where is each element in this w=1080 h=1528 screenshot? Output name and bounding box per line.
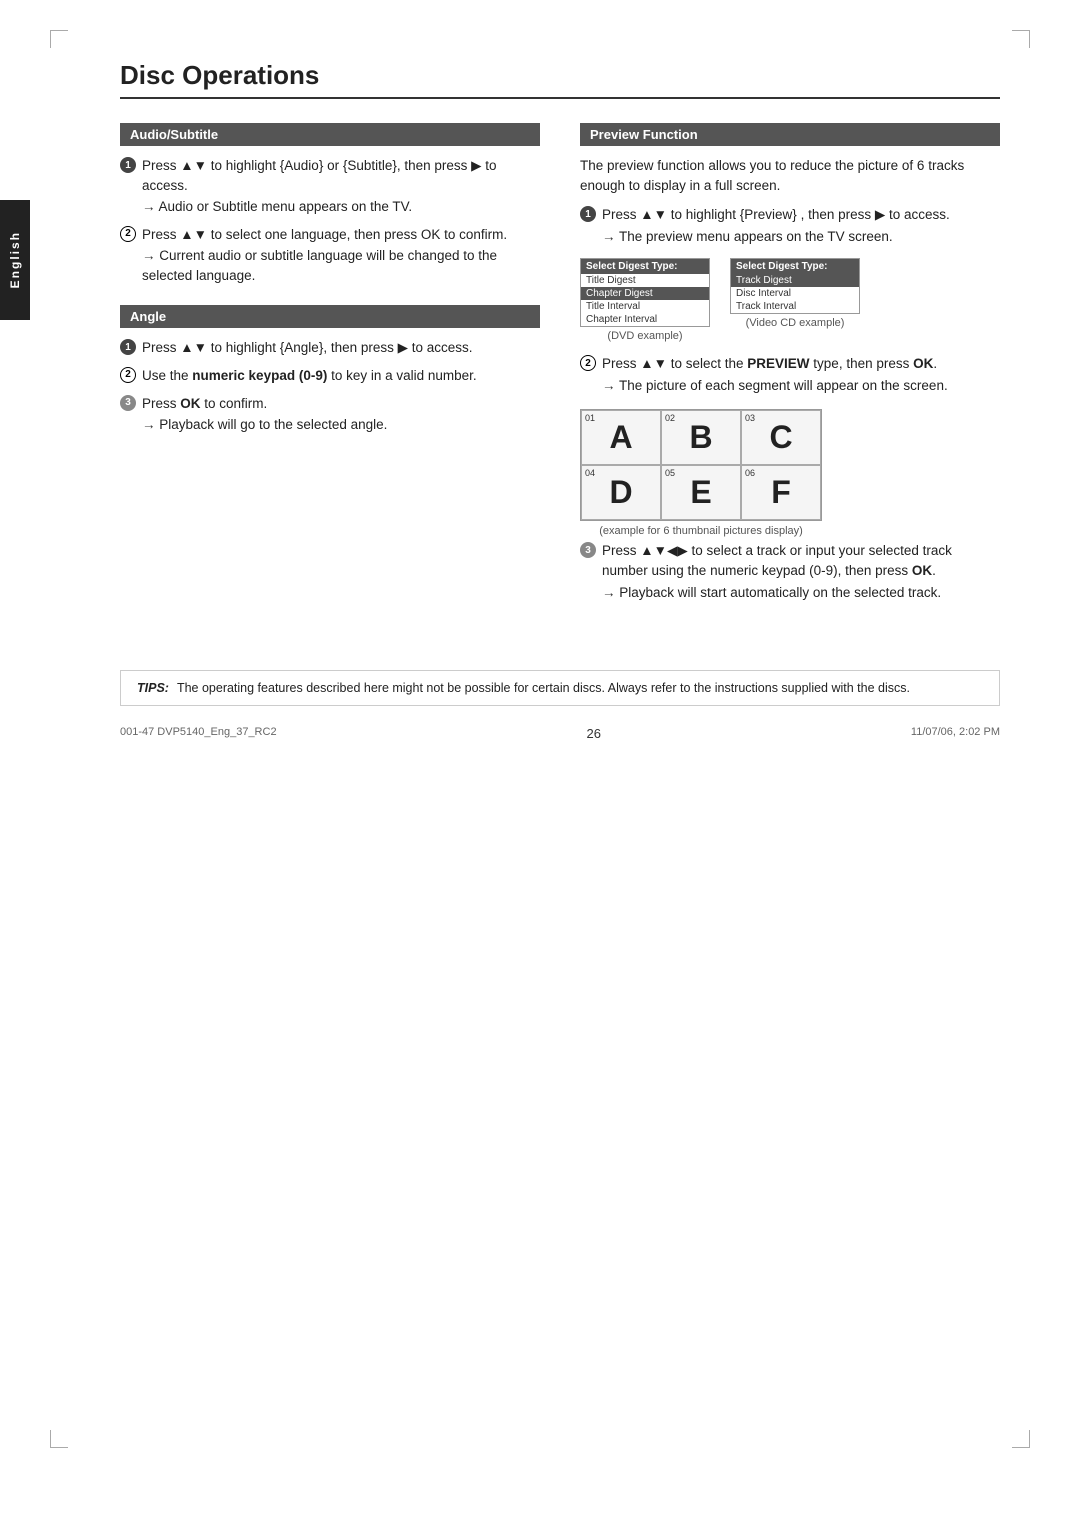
track-num-01: 01 xyxy=(585,413,595,423)
preview-item-1: 1 Press ▲▼ to highlight {Preview} , then… xyxy=(580,205,1000,246)
audio-item-2: 2 Press ▲▼ to select one language, then … xyxy=(120,225,540,286)
dvd-row-1: Title Digest xyxy=(581,274,709,287)
right-column: Preview Function The preview function al… xyxy=(580,123,1000,610)
angle-item-1-text: Press ▲▼ to highlight {Angle}, then pres… xyxy=(142,338,540,358)
preview-item-1-num: 1 xyxy=(580,206,596,222)
track-letter-02: B xyxy=(689,419,712,456)
preview-item-3: 3 Press ▲▼◀▶ to select a track or input … xyxy=(580,541,1000,602)
preview-item-2-num: 2 xyxy=(580,355,596,371)
track-letter-04: D xyxy=(609,474,632,511)
angle-item-1-num: 1 xyxy=(120,339,136,355)
thumb-grid: 01 A 02 B 03 C 04 D xyxy=(580,409,822,521)
vcd-row-2: Disc Interval xyxy=(731,287,859,300)
vcd-digest-box: Select Digest Type: Track Digest Disc In… xyxy=(730,258,860,314)
vcd-digest-diagram: Select Digest Type: Track Digest Disc In… xyxy=(730,258,860,329)
left-column: Audio/Subtitle 1 Press ▲▼ to highlight {… xyxy=(120,123,540,610)
vcd-row-3: Track Interval xyxy=(731,300,859,313)
dvd-row-2: Chapter Digest xyxy=(581,287,709,300)
page-title: Disc Operations xyxy=(120,60,1000,99)
angle-item-1: 1 Press ▲▼ to highlight {Angle}, then pr… xyxy=(120,338,540,358)
footer-center: 26 xyxy=(587,726,601,741)
audio-item-1-num: 1 xyxy=(120,157,136,173)
track-num-06: 06 xyxy=(745,468,755,478)
preview-item-3-num: 3 xyxy=(580,542,596,558)
thumb-cell-05: 05 E xyxy=(661,465,741,520)
thumb-cell-04: 04 D xyxy=(581,465,661,520)
dvd-row-4: Chapter Interval xyxy=(581,313,709,326)
angle-item-2: 2 Use the numeric keypad (0-9) to key in… xyxy=(120,366,540,386)
vcd-row-1: Track Digest xyxy=(731,274,859,287)
dvd-row-3: Title Interval xyxy=(581,300,709,313)
track-letter-03: C xyxy=(769,419,792,456)
thumb-cell-03: 03 C xyxy=(741,410,821,465)
footer: 001-47 DVP5140_Eng_37_RC2 26 11/07/06, 2… xyxy=(120,726,1000,741)
footer-right: 11/07/06, 2:02 PM xyxy=(911,726,1000,741)
footer-left: 001-47 DVP5140_Eng_37_RC2 xyxy=(120,726,277,741)
angle-item-3: 3 Press OK to confirm. Playback will go … xyxy=(120,394,540,435)
angle-item-3-text: Press OK to confirm. Playback will go to… xyxy=(142,394,540,435)
vcd-digest-title: Select Digest Type: xyxy=(731,259,859,274)
tips-label: TIPS: xyxy=(137,681,169,695)
dvd-digest-diagram: Select Digest Type: Title Digest Chapter… xyxy=(580,258,710,342)
track-letter-06: F xyxy=(771,474,791,511)
preview-diagrams: Select Digest Type: Title Digest Chapter… xyxy=(580,258,1000,342)
audio-item-1: 1 Press ▲▼ to highlight {Audio} or {Subt… xyxy=(120,156,540,217)
dvd-digest-box: Select Digest Type: Title Digest Chapter… xyxy=(580,258,710,327)
audio-subtitle-header: Audio/Subtitle xyxy=(120,123,540,146)
thumb-cell-01: 01 A xyxy=(581,410,661,465)
audio-item-2-num: 2 xyxy=(120,226,136,242)
thumb-grid-caption: (example for 6 thumbnail pictures displa… xyxy=(580,525,822,537)
angle-item-2-text: Use the numeric keypad (0-9) to key in a… xyxy=(142,366,540,386)
dvd-digest-title: Select Digest Type: xyxy=(581,259,709,274)
preview-intro: The preview function allows you to reduc… xyxy=(580,156,1000,195)
preview-item-3-text: Press ▲▼◀▶ to select a track or input yo… xyxy=(602,541,1000,602)
thumb-cell-02: 02 B xyxy=(661,410,741,465)
preview-item-2: 2 Press ▲▼ to select the PREVIEW type, t… xyxy=(580,354,1000,395)
angle-header: Angle xyxy=(120,305,540,328)
tips-text: The operating features described here mi… xyxy=(177,681,910,695)
track-num-03: 03 xyxy=(745,413,755,423)
audio-item-2-text: Press ▲▼ to select one language, then pr… xyxy=(142,225,540,286)
thumb-grid-wrapper: 01 A 02 B 03 C 04 D xyxy=(580,409,1000,537)
preview-item-2-text: Press ▲▼ to select the PREVIEW type, the… xyxy=(602,354,1000,395)
angle-item-2-num: 2 xyxy=(120,367,136,383)
track-letter-05: E xyxy=(690,474,711,511)
audio-item-1-text: Press ▲▼ to highlight {Audio} or {Subtit… xyxy=(142,156,540,217)
preview-header: Preview Function xyxy=(580,123,1000,146)
tips-section: TIPS: The operating features described h… xyxy=(120,670,1000,706)
track-num-04: 04 xyxy=(585,468,595,478)
preview-item-1-text: Press ▲▼ to highlight {Preview} , then p… xyxy=(602,205,1000,246)
track-num-02: 02 xyxy=(665,413,675,423)
track-letter-01: A xyxy=(609,419,632,456)
angle-item-3-num: 3 xyxy=(120,395,136,411)
track-num-05: 05 xyxy=(665,468,675,478)
dvd-example-label: (DVD example) xyxy=(580,330,710,342)
vcd-example-label: (Video CD example) xyxy=(730,317,860,329)
thumb-cell-06: 06 F xyxy=(741,465,821,520)
